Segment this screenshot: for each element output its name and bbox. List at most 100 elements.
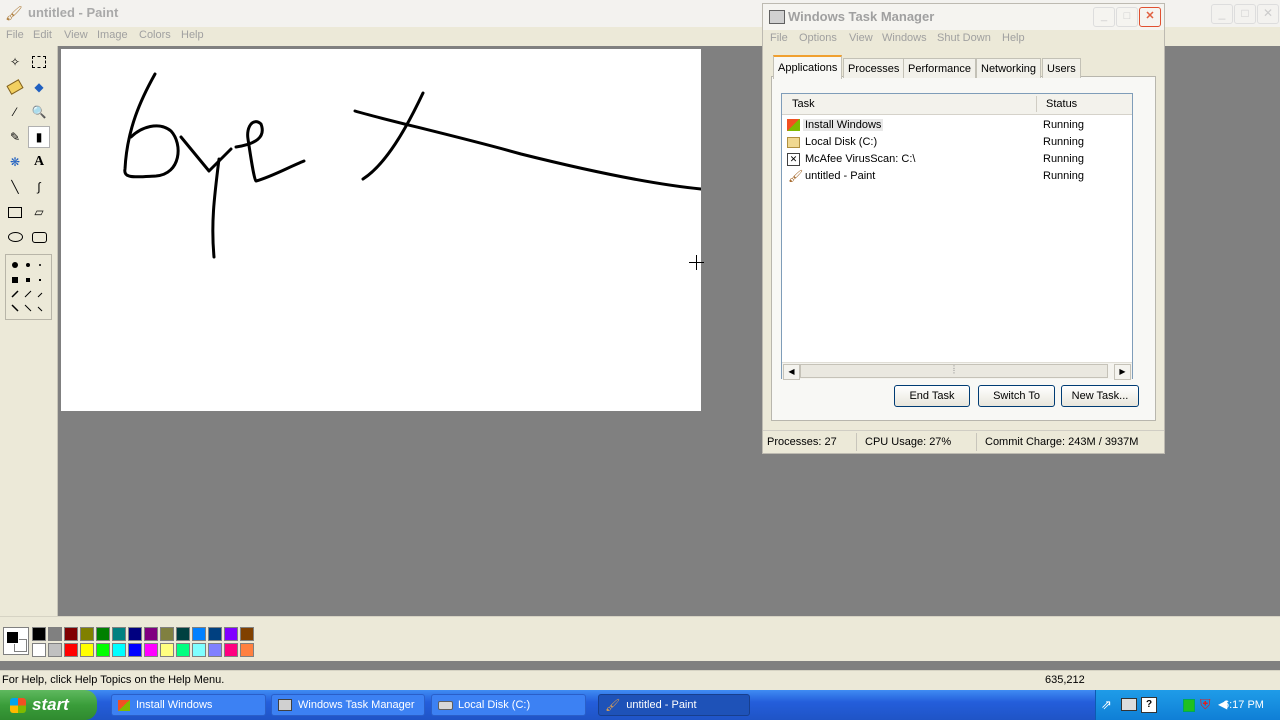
color-swatch[interactable] — [240, 627, 254, 641]
tm-menu-shutdown[interactable]: Shut Down — [937, 32, 991, 44]
text-tool-icon[interactable]: A — [29, 152, 49, 172]
paint-app-icon[interactable]: 🖌 — [5, 5, 23, 22]
scroll-left-button[interactable]: ◀ — [783, 364, 800, 380]
color-swatch[interactable] — [208, 643, 222, 657]
monitor-tray-icon[interactable] — [1121, 698, 1137, 711]
column-header-task[interactable]: Task — [792, 98, 815, 110]
tab-networking[interactable]: Networking — [976, 58, 1042, 78]
tm-maximize-button[interactable]: □ — [1116, 7, 1138, 27]
scroll-thumb[interactable]: ⦙ — [800, 364, 1108, 378]
start-button[interactable]: start — [0, 690, 97, 720]
table-row[interactable]: 🖌 untitled - Paint Running — [786, 169, 1126, 185]
magnifier-icon[interactable]: 🔍 — [29, 102, 49, 122]
paint-menu-edit[interactable]: Edit — [33, 29, 52, 41]
brush-icon[interactable]: ▮ — [28, 126, 50, 148]
paint-canvas[interactable] — [61, 49, 703, 411]
tm-menu-file[interactable]: File — [770, 32, 788, 44]
color-swatch[interactable] — [64, 627, 78, 641]
switch-to-button[interactable]: Switch To — [978, 385, 1055, 407]
tm-close-button[interactable]: ✕ — [1139, 7, 1161, 27]
eraser-icon[interactable] — [5, 77, 25, 97]
paint-close-button[interactable]: ✕ — [1257, 4, 1279, 24]
color-swatch[interactable] — [112, 627, 126, 641]
color-swatch[interactable] — [160, 643, 174, 657]
paint-maximize-button[interactable]: □ — [1234, 4, 1256, 24]
horizontal-scrollbar[interactable]: ◀ ⦙ ▶ — [782, 362, 1132, 380]
tm-menu-view[interactable]: View — [849, 32, 873, 44]
tm-menu-help[interactable]: Help — [1002, 32, 1025, 44]
tab-users[interactable]: Users — [1042, 58, 1081, 78]
tm-minimize-button[interactable]: _ — [1093, 7, 1115, 27]
clock: 6:17 PM — [1223, 699, 1264, 711]
line-icon[interactable]: ╲ — [5, 177, 25, 197]
color-swatch[interactable] — [176, 627, 190, 641]
taskbar-button-task-manager[interactable]: Windows Task Manager — [271, 694, 425, 716]
current-colors-indicator[interactable] — [3, 627, 29, 655]
tab-performance[interactable]: Performance — [903, 58, 976, 78]
color-swatch[interactable] — [96, 643, 110, 657]
status-help-text: For Help, click Help Topics on the Help … — [2, 674, 225, 686]
color-swatch[interactable] — [160, 627, 174, 641]
rounded-rect-icon[interactable] — [29, 227, 49, 247]
color-swatch[interactable] — [80, 627, 94, 641]
column-divider[interactable] — [1036, 96, 1037, 112]
tm-menu-options[interactable]: Options — [799, 32, 837, 44]
brush-shapes-icon — [11, 262, 43, 312]
new-task-button[interactable]: New Task... — [1061, 385, 1139, 407]
color-swatch[interactable] — [192, 627, 206, 641]
color-swatch[interactable] — [32, 643, 46, 657]
column-header-status[interactable]: Status — [1046, 98, 1077, 110]
task-manager-app-icon[interactable] — [769, 10, 785, 24]
tm-menu-windows[interactable]: Windows — [882, 32, 927, 44]
color-swatch[interactable] — [112, 643, 126, 657]
pencil-icon[interactable]: ✎ — [5, 127, 25, 147]
tool-options-panel[interactable] — [5, 254, 52, 320]
color-swatch[interactable] — [48, 627, 62, 641]
color-swatch[interactable] — [144, 627, 158, 641]
free-select-icon[interactable]: ✧ — [5, 52, 25, 72]
color-swatch[interactable] — [240, 643, 254, 657]
color-swatch[interactable] — [96, 627, 110, 641]
fill-bucket-icon[interactable]: ◆ — [29, 77, 49, 97]
shield-tray-icon[interactable]: ⛨ — [1200, 696, 1211, 713]
taskbar-button-paint[interactable]: 🖌 untitled - Paint — [598, 694, 750, 716]
tab-processes[interactable]: Processes — [843, 58, 905, 78]
rect-select-icon[interactable] — [29, 52, 49, 72]
scroll-right-button[interactable]: ▶ — [1114, 364, 1131, 380]
color-picker-icon[interactable]: ⁄ — [5, 102, 25, 122]
paint-minimize-button[interactable]: _ — [1211, 4, 1233, 24]
tab-applications[interactable]: Applications — [773, 55, 843, 79]
color-swatch[interactable] — [32, 627, 46, 641]
table-row[interactable]: Local Disk (C:) Running — [786, 135, 1126, 151]
rectangle-icon[interactable] — [5, 202, 25, 222]
color-swatch[interactable] — [224, 643, 238, 657]
end-task-button[interactable]: End Task — [894, 385, 970, 407]
task-manager-tray-icon[interactable] — [1183, 699, 1195, 712]
paint-menu-help[interactable]: Help — [181, 29, 204, 41]
curve-icon[interactable]: ∫ — [29, 177, 49, 197]
color-swatch[interactable] — [224, 627, 238, 641]
color-swatch[interactable] — [192, 643, 206, 657]
color-swatch[interactable] — [208, 627, 222, 641]
taskbar-button-local-disk[interactable]: Local Disk (C:) — [431, 694, 586, 716]
color-swatch[interactable] — [144, 643, 158, 657]
color-swatch[interactable] — [128, 643, 142, 657]
paint-menu-image[interactable]: Image — [97, 29, 128, 41]
network-tray-icon[interactable]: ⇗ — [1101, 697, 1112, 713]
paint-menu-file[interactable]: File — [6, 29, 24, 41]
airbrush-icon[interactable]: ❋ — [5, 152, 25, 172]
table-row[interactable]: Install Windows Running — [786, 118, 1126, 134]
paint-menu-colors[interactable]: Colors — [139, 29, 171, 41]
ellipse-icon[interactable] — [5, 227, 25, 247]
color-swatch[interactable] — [128, 627, 142, 641]
color-swatch[interactable] — [64, 643, 78, 657]
help-tray-icon[interactable]: ? — [1141, 697, 1157, 713]
color-swatch[interactable] — [176, 643, 190, 657]
color-swatch[interactable] — [80, 643, 94, 657]
table-row[interactable]: ✕ McAfee VirusScan: C:\ Running — [786, 152, 1126, 168]
polygon-icon[interactable]: ▱ — [29, 202, 49, 222]
taskbar-button-install-windows[interactable]: Install Windows — [111, 694, 266, 716]
install-windows-icon — [787, 119, 800, 131]
color-swatch[interactable] — [48, 643, 62, 657]
paint-menu-view[interactable]: View — [64, 29, 88, 41]
